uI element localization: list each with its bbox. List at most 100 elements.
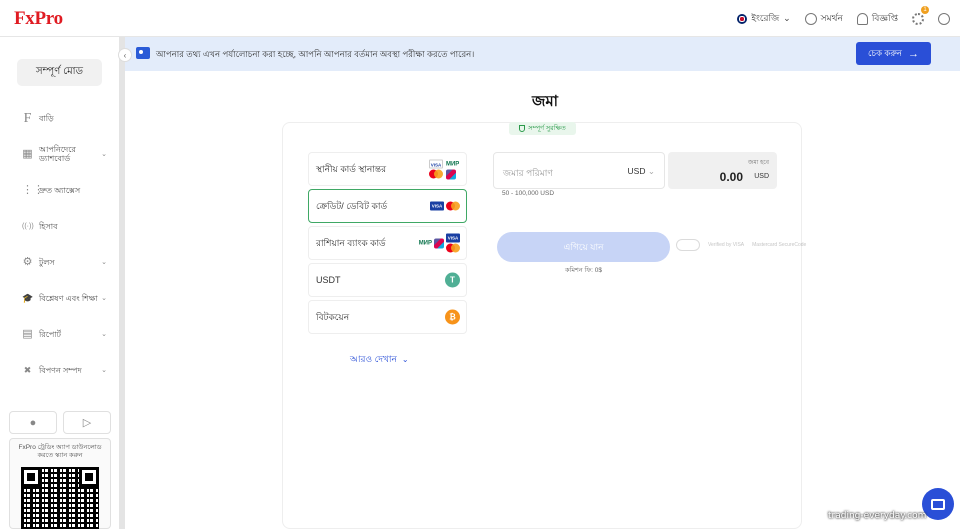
amount-range: 50 - 100,000 USD (502, 190, 555, 197)
sidebar-item-home[interactable]: F বাড়ি (0, 100, 119, 136)
notifications-link[interactable]: বিজ্ঞপ্তি (856, 11, 898, 26)
method-local-card-transfer[interactable]: স্থানীয় কার্ড স্থানান্তর VISA МИР (308, 152, 467, 186)
report-icon: ▤ (22, 327, 33, 340)
dashboard-icon: ▦ (22, 147, 33, 160)
check-status-button[interactable]: চেক করুন → (856, 42, 931, 65)
mir-icon: МИР (418, 240, 432, 246)
chat-button[interactable] (922, 488, 954, 520)
sidebar-item-label: আপনিদেরে ড্যাশবোর্ড (39, 145, 76, 163)
top-bar: FxPro ইংরেজি ⌄ সমর্থন বিজ্ঞপ্তি 1 (0, 0, 960, 37)
trust-badges: Verified by VISA Mastercard SecureCode (676, 239, 806, 251)
method-label: স্থানীয় কার্ড স্থানান্তর (316, 163, 387, 174)
full-mode-button[interactable]: সম্পূর্ণ মোড (17, 59, 102, 86)
fxpro-logo[interactable]: FxPro (14, 8, 63, 30)
sidebar-item-label: বিশ্লেষণ এবং শিক্ষা (39, 293, 98, 303)
visa-icon: VISA (446, 233, 460, 243)
chevron-down-icon: ⌄ (647, 166, 655, 176)
sidebar-item-dashboard[interactable]: ▦ আপনিদেরে ড্যাশবোর্ড ⌄ (0, 136, 119, 172)
method-russian-bank-card[interactable]: রাশিয়ান ব্যাংক কার্ড МИР VISA (308, 226, 467, 260)
chevron-down-icon: ⌄ (101, 151, 107, 158)
method-logos: VISA (430, 201, 460, 211)
notice-text: আপনার তথ্য এখন পর্যালোচনা করা হচ্ছে, আপন… (156, 49, 475, 59)
method-logos: МИР VISA (418, 233, 460, 253)
visa-icon: VISA (430, 201, 444, 211)
sidebar-item-tools[interactable]: ⚙ টুলস ⌄ (0, 244, 119, 280)
show-more-button[interactable]: আরও দেখান ⌄ (350, 352, 409, 367)
mastercard-icon (429, 169, 443, 179)
arrow-right-icon: → (907, 47, 919, 60)
method-bitcoin[interactable]: বিটকয়েন ₿ (308, 300, 467, 334)
mir-icon: МИР (446, 161, 460, 167)
method-label: বিটকয়েন (316, 311, 350, 322)
sidebar-item-label: বাড়ি (39, 113, 54, 123)
currency-selector[interactable]: USD ⌄ (628, 166, 655, 177)
profile-button[interactable] (938, 12, 950, 25)
method-logos: T (445, 272, 460, 288)
id-card-icon (136, 47, 150, 59)
play-icon: ▷ (82, 417, 92, 429)
tools-icon: ⚙ (22, 255, 33, 268)
shield-icon (519, 125, 526, 132)
mastercard-icon (446, 243, 460, 253)
gear-icon (912, 12, 924, 25)
deposit-amount-input[interactable]: জমার পরিমাণ USD ⌄ (493, 152, 665, 189)
method-credit-debit-card[interactable]: ক্রেডিট/ ডেবিট কার্ড VISA (308, 189, 467, 223)
home-icon: F (23, 110, 32, 126)
sidebar-item-accounts[interactable]: ((·)) হিসাব (0, 208, 119, 244)
graduation-cap-icon: 🎓 (22, 292, 34, 303)
settings-badge: 1 (921, 5, 929, 14)
tether-icon: T (445, 272, 460, 288)
continue-button[interactable]: এগিয়ে যান (497, 232, 670, 262)
chevron-down-icon: ⌄ (101, 367, 107, 374)
support-label: সমর্থন (820, 13, 843, 23)
signal-icon: ((·)) (22, 222, 34, 230)
sidebar-scrollbar[interactable] (119, 37, 125, 529)
secure-badge: সম্পূর্ণ সুরক্ষিত (509, 122, 576, 135)
sbp-icon (434, 238, 444, 248)
receive-value: 0.00 (719, 170, 743, 184)
sidebar-item-label: টুলস (39, 257, 55, 267)
language-label: ইংরেজি (751, 13, 780, 23)
payment-methods-list: স্থানীয় কার্ড স্থানান্তর VISA МИР ক্রেড… (308, 152, 467, 337)
chevron-left-icon: ‹ (123, 50, 127, 60)
language-selector[interactable]: ইংরেজি ⌄ (737, 11, 791, 26)
chevron-down-icon: ⌄ (101, 295, 107, 302)
marketing-icon: ✖ (23, 364, 32, 375)
amount-placeholder: জমার পরিমাণ (503, 168, 553, 178)
chevron-down-icon: ⌄ (101, 331, 107, 338)
sidebar-item-quick-access[interactable]: ⋮⋮ দ্রুত অ্যাক্সেস (0, 172, 119, 208)
sidebar-item-label: দ্রুত অ্যাক্সেস (39, 185, 81, 195)
receive-amount-box: জমা হবে 0.00 USD (668, 152, 777, 189)
verification-notice: আপনার তথ্য এখন পর্যালোচনা করা হচ্ছে, আপন… (125, 37, 960, 71)
grid-icon: ⋮⋮ (22, 183, 44, 196)
chat-icon (931, 498, 945, 510)
sidebar-item-analysis-education[interactable]: 🎓 বিশ্লেষণ এবং শিক্ষা ⌄ (0, 280, 119, 316)
bell-icon (856, 12, 868, 25)
top-right-controls: ইংরেজি ⌄ সমর্থন বিজ্ঞপ্তি 1 (737, 0, 950, 37)
show-more-label: আরও দেখান (350, 354, 397, 364)
check-button-label: চেক করুন (868, 47, 902, 58)
sidebar-item-label: বিপণন সম্পদ (39, 365, 82, 375)
uk-flag-icon (737, 13, 748, 24)
receive-currency: USD (754, 173, 769, 180)
bitcoin-icon: ₿ (445, 309, 460, 325)
settings-button[interactable]: 1 (912, 5, 929, 25)
chevron-down-icon: ⌄ (101, 259, 107, 266)
sidebar-item-marketing[interactable]: ✖ বিপণন সম্পদ ⌄ (0, 352, 119, 388)
collapse-sidebar-button[interactable]: ‹ (118, 48, 132, 62)
sidebar-nav: F বাড়ি ▦ আপনিদেরে ড্যাশবোর্ড ⌄ ⋮⋮ দ্রুত… (0, 100, 119, 388)
secure-label: সম্পূর্ণ সুরক্ষিত (528, 125, 566, 132)
mastercard-securecode-badge: Mastercard SecureCode (752, 242, 807, 248)
apple-icon: ● (29, 416, 37, 429)
apple-store-button[interactable]: ● (9, 411, 57, 434)
sidebar-item-reports[interactable]: ▤ রিপোর্ট ⌄ (0, 316, 119, 352)
method-logos: VISA МИР (429, 159, 460, 179)
google-play-button[interactable]: ▷ (63, 411, 111, 434)
sidebar-item-label: হিসাব (39, 221, 58, 231)
method-label: ক্রেডিট/ ডেবিট কার্ড (316, 200, 388, 211)
support-link[interactable]: সমর্থন (804, 11, 843, 26)
currency-label: USD (627, 166, 646, 176)
qr-code-icon (21, 467, 99, 529)
qr-download-box: FxPro ট্রেডিং অ্যাপ ডাউনলোড করতে স্ক্যান… (9, 438, 111, 529)
method-usdt[interactable]: USDT T (308, 263, 467, 297)
